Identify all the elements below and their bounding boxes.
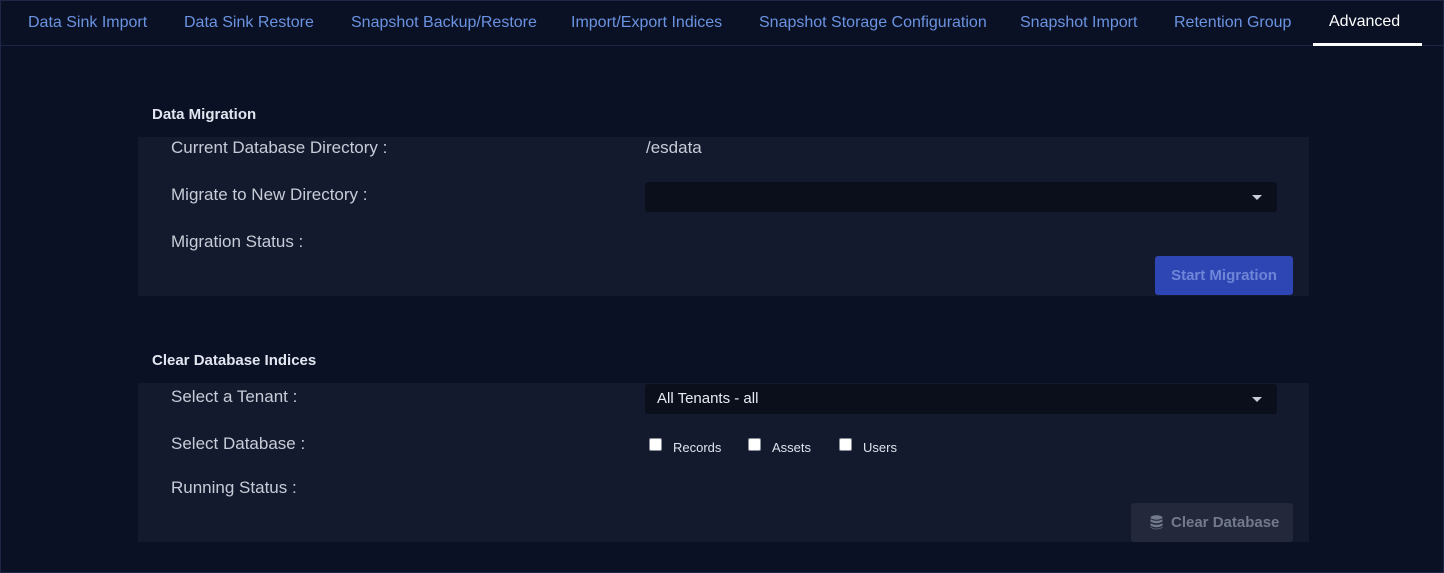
tenant-label: Select a Tenant : <box>171 387 298 406</box>
assets-checkbox[interactable] <box>748 438 761 451</box>
tab-import-export-indices[interactable]: Import/Export Indices <box>571 1 722 45</box>
active-tab-indicator <box>1313 43 1423 46</box>
clear-indices-title: Clear Database Indices <box>152 352 317 369</box>
start-migration-button[interactable]: Start Migration <box>1155 256 1293 295</box>
tab-bar: Data Sink Import Data Sink Restore Snaps… <box>1 1 1443 46</box>
tab-snapshot-storage-configuration[interactable]: Snapshot Storage Configuration <box>759 1 987 45</box>
data-migration-title: Data Migration <box>152 106 257 123</box>
chevron-down-icon <box>1252 195 1262 200</box>
data-migration-panel <box>138 137 1309 296</box>
tab-data-sink-import[interactable]: Data Sink Import <box>28 1 147 45</box>
tab-advanced[interactable]: Advanced <box>1313 1 1423 46</box>
assets-checkbox-label[interactable]: Assets <box>772 440 811 455</box>
tab-snapshot-backup-restore[interactable]: Snapshot Backup/Restore <box>351 1 537 45</box>
tab-retention-group[interactable]: Retention Group <box>1174 1 1291 45</box>
migrate-label: Migrate to New Directory : <box>171 185 368 204</box>
database-label: Select Database : <box>171 434 306 453</box>
chevron-down-icon <box>1252 397 1262 402</box>
tenant-select-value: All Tenants - all <box>657 390 759 407</box>
database-icon <box>1150 515 1163 530</box>
users-checkbox-label[interactable]: Users <box>863 440 897 455</box>
migration-status-label: Migration Status : <box>171 232 304 251</box>
tab-snapshot-import[interactable]: Snapshot Import <box>1020 1 1137 45</box>
clear-database-button[interactable]: Clear Database <box>1131 503 1293 542</box>
tab-data-sink-restore[interactable]: Data Sink Restore <box>184 1 314 45</box>
migrate-directory-select[interactable] <box>645 182 1277 212</box>
records-checkbox-label[interactable]: Records <box>673 440 721 455</box>
records-checkbox[interactable] <box>649 438 662 451</box>
current-dir-label: Current Database Directory : <box>171 138 388 157</box>
app-frame: Data Sink Import Data Sink Restore Snaps… <box>0 0 1444 573</box>
tab-advanced-label: Advanced <box>1329 13 1401 30</box>
current-dir-value: /esdata <box>646 138 702 157</box>
running-status-label: Running Status : <box>171 478 297 497</box>
users-checkbox[interactable] <box>839 438 852 451</box>
clear-database-label: Clear Database <box>1171 514 1280 531</box>
tenant-select[interactable]: All Tenants - all <box>645 384 1277 414</box>
